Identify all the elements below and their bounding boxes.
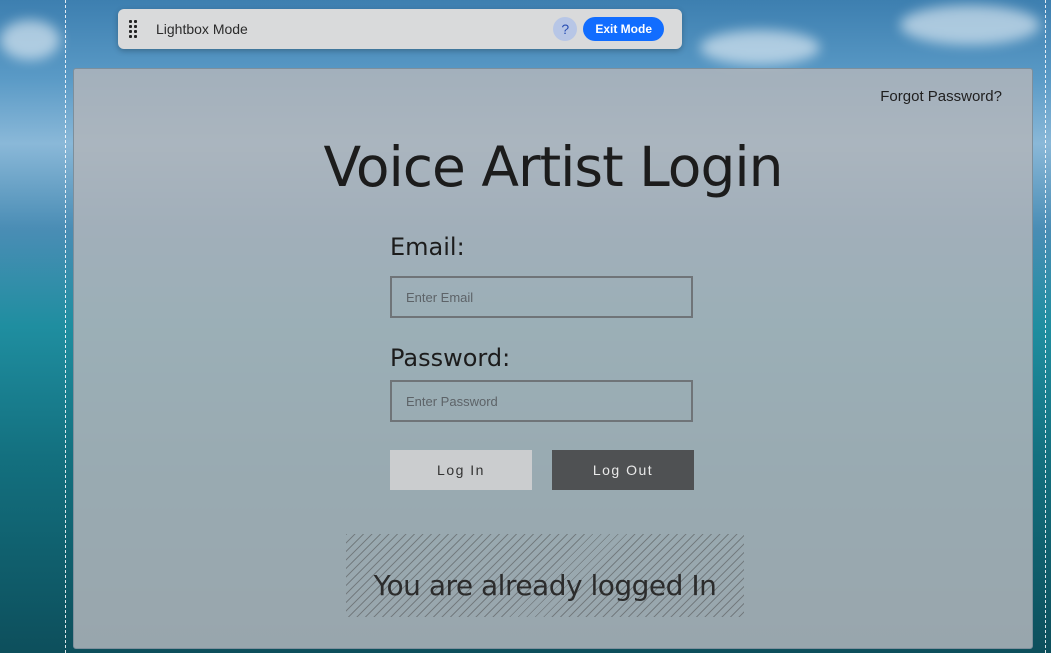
- email-label: Email:: [390, 233, 465, 261]
- help-button[interactable]: ?: [553, 17, 578, 41]
- password-field[interactable]: Enter Password: [390, 380, 693, 422]
- background-cloud: [900, 5, 1040, 45]
- toolbar-title: Lightbox Mode: [156, 21, 248, 37]
- forgot-password-link[interactable]: Forgot Password?: [880, 88, 1002, 105]
- page-title: Voice Artist Login: [323, 135, 783, 199]
- email-field[interactable]: Enter Email: [390, 276, 693, 318]
- password-placeholder: Enter Password: [406, 393, 498, 409]
- email-placeholder: Enter Email: [406, 289, 474, 305]
- right-guide-line: [1045, 0, 1046, 653]
- background-cloud: [700, 30, 820, 65]
- status-message-box: You are already logged In: [346, 534, 744, 617]
- login-button[interactable]: Log In: [390, 450, 532, 490]
- background-cloud: [0, 20, 60, 60]
- status-message: You are already logged In: [373, 569, 717, 602]
- drag-handle-icon[interactable]: [118, 9, 148, 49]
- left-guide-line: [65, 0, 66, 653]
- lightbox-mode-toolbar: Lightbox Mode ? Exit Mode: [118, 9, 682, 49]
- password-label: Password:: [390, 344, 511, 372]
- logout-button[interactable]: Log Out: [552, 450, 694, 490]
- login-lightbox: Forgot Password? Voice Artist Login Emai…: [73, 68, 1033, 649]
- exit-mode-button[interactable]: Exit Mode: [583, 17, 664, 41]
